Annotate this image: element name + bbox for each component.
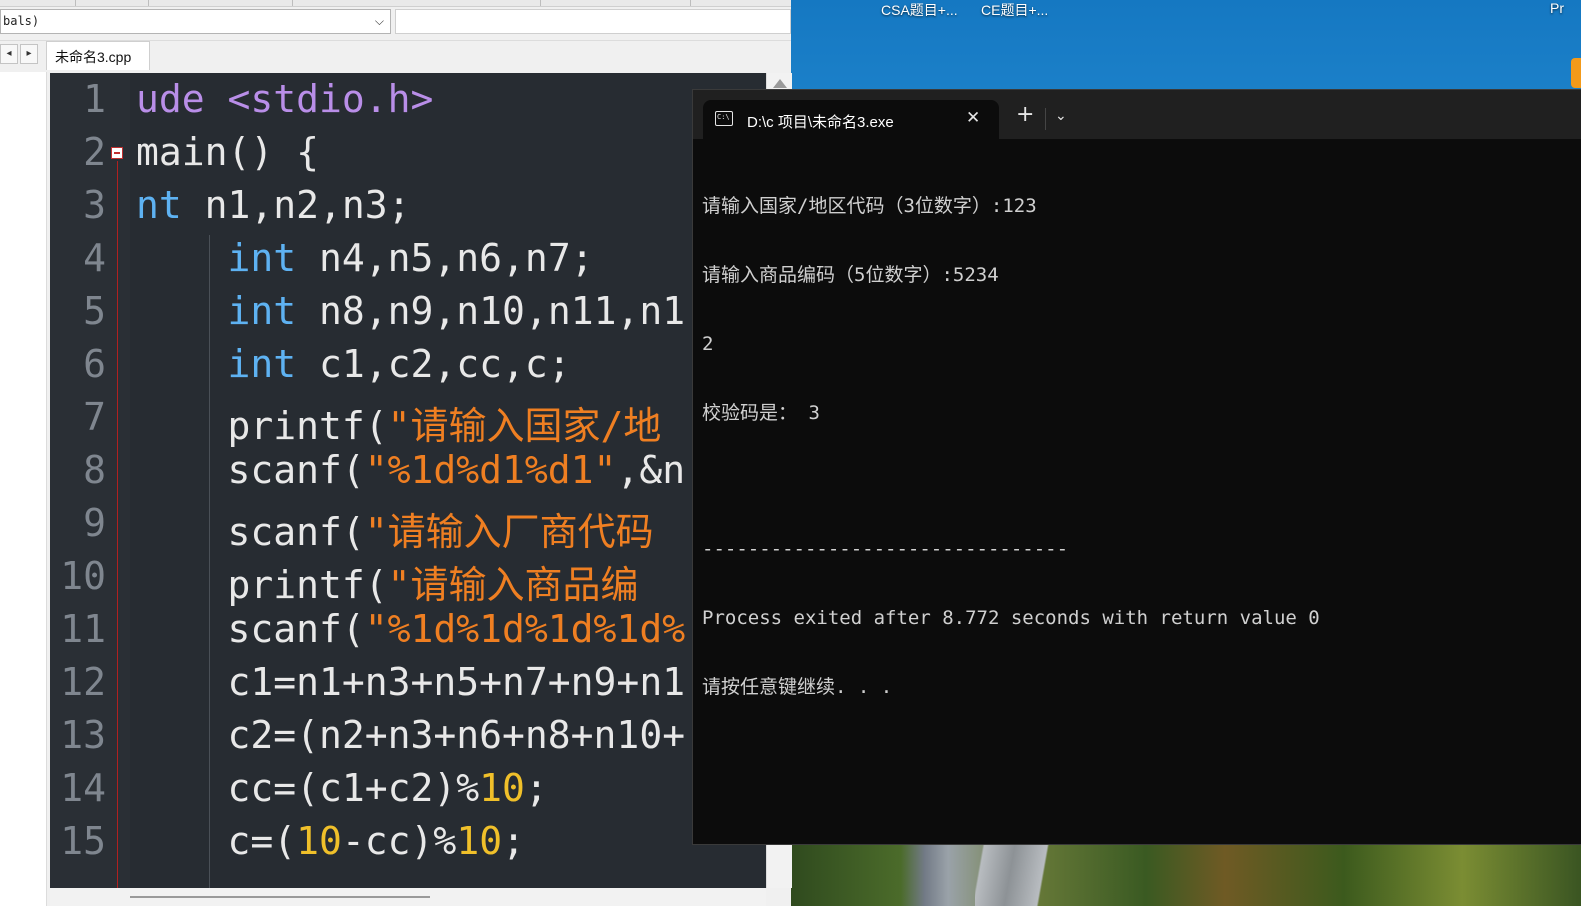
desktop-shortcut-csa[interactable]: CSA题目+... [881,0,958,20]
code-line: printf("请输入商品编 [136,563,639,607]
line-number: 5 [83,289,106,333]
code-line: scanf("%1d%1d%1d%1d% [136,607,686,651]
code-line: scanf("请输入厂商代码 [136,510,654,554]
scope-dropdown[interactable]: bals) ⌵ [0,9,391,34]
terminal-output: 请输入国家/地区代码（3位数字）:123 请输入商品编码（5位数字）:5234 … [702,149,1320,745]
line-number: 4 [83,236,106,280]
desktop-shortcut-pr[interactable]: Pr [1550,0,1564,16]
terminal-titlebar[interactable]: C:\ D:\c 项目\未命名3.exe ✕ + ⌄ [693,90,1581,139]
line-number: 12 [60,660,106,704]
desktop-wallpaper-landscape [790,836,1581,906]
line-number: 7 [83,395,106,439]
terminal-output-line: 2 [702,333,714,355]
code-line: cc=(c1+c2)%10; [136,766,548,810]
code-line: printf("请输入国家/地 [136,404,662,448]
line-number: 3 [83,183,106,227]
titlebar-divider [1045,108,1046,130]
line-number: 14 [60,766,106,810]
terminal-output-line: 请输入国家/地区代码（3位数字）:123 [702,195,1037,217]
line-number: 8 [83,448,106,492]
code-line: c1=n1+n3+n5+n7+n9+n1 [136,660,686,704]
line-number: 1 [83,77,106,121]
code-line: int c1,c2,cc,c; [227,342,571,386]
tab-scroll-right-button[interactable]: ▸ [20,44,38,64]
function-dropdown[interactable] [395,9,791,34]
code-line: int n4,n5,n6,n7; [227,236,594,280]
ide-toolbar-strip [0,0,791,7]
cmd-icon: C:\ [715,111,733,126]
code-line: ude <stdio.h> [136,77,434,121]
terminal-output-line: 请输入商品编码（5位数字）:5234 [702,264,999,286]
terminal-tab-title: D:\c 项目\未命名3.exe [747,114,894,131]
line-number: 2 [83,130,106,174]
scroll-up-arrow-icon[interactable] [773,79,787,88]
ide-window: bals) ⌵ ◂ ▸ 未命名3.cpp 1 2 3 4 5 6 7 8 9 1… [0,0,792,906]
fold-range-line [117,161,118,888]
terminal-output-line: 校验码是： 3 [702,402,820,424]
scope-dropdown-value: bals) [3,14,40,28]
chevron-down-icon[interactable]: ⌵ [375,14,384,29]
line-number: 11 [60,607,106,651]
terminal-output-line: 请按任意键继续. . . [702,676,893,698]
line-number: 9 [83,501,106,545]
project-panel [0,72,47,906]
code-line: c=(10-cc)%10; [136,819,525,863]
chevron-down-icon[interactable]: ⌄ [1055,108,1067,124]
tab-untitled3-cpp[interactable]: 未命名3.cpp [46,41,150,70]
tab-scroll-left-button[interactable]: ◂ [0,44,18,64]
desktop-wallpaper-road [975,836,1055,906]
scroll-thumb[interactable] [130,896,430,898]
fold-collapse-icon[interactable] [111,147,123,159]
line-number: 15 [60,819,106,863]
desktop-shortcut-ce[interactable]: CE题目+... [981,0,1048,20]
editor-horizontal-scrollbar[interactable] [50,888,766,906]
line-number: 13 [60,713,106,757]
desktop-app-icon-edge[interactable] [1571,58,1581,88]
line-number: 6 [83,342,106,386]
terminal-output-line: Process exited after 8.772 seconds with … [702,607,1320,629]
code-line: nt n1,n2,n3; [136,183,411,227]
line-number: 10 [60,554,106,598]
terminal-output-line: -------------------------------- [702,538,1069,560]
code-editor[interactable]: 1 2 3 4 5 6 7 8 9 10 11 12 13 14 15 ude … [50,73,766,888]
code-line: c2=(n2+n3+n6+n8+n10+ [136,713,686,757]
new-tab-button[interactable]: + [1016,104,1034,126]
file-tab-label: 未命名3.cpp [55,49,132,65]
close-icon[interactable]: ✕ [966,108,980,128]
code-line: scanf("%1d%d1%d1",&n [136,448,686,492]
code-line: main() { [136,130,320,174]
code-line: int n8,n9,n10,n11,n1 [227,289,686,333]
terminal-window[interactable]: C:\ D:\c 项目\未命名3.exe ✕ + ⌄ 请输入国家/地区代码（3位… [692,89,1581,845]
terminal-tab[interactable]: C:\ D:\c 项目\未命名3.exe ✕ [703,100,999,139]
